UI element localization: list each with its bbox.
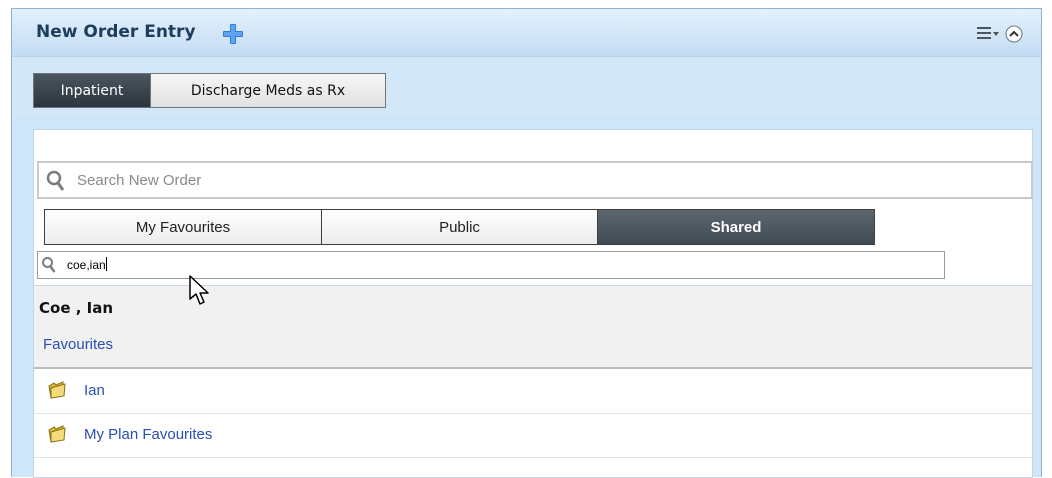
folder-icon — [48, 381, 66, 399]
search-icon — [46, 170, 65, 191]
owner-favourites-link[interactable]: Favourites — [43, 336, 113, 353]
tab-shared[interactable]: Shared — [597, 209, 875, 245]
new-order-entry-panel: New Order Entry Inpatient Discharge Meds… — [11, 8, 1042, 478]
tab-inpatient[interactable]: Inpatient — [33, 73, 151, 108]
list-item[interactable]: Ian — [34, 370, 1032, 414]
order-type-tabs: Inpatient Discharge Meds as Rx — [12, 57, 1041, 117]
panel-title: New Order Entry — [36, 22, 196, 42]
tab-my-favourites[interactable]: My Favourites — [44, 209, 322, 245]
mouse-cursor-icon — [189, 275, 209, 305]
menu-icon[interactable] — [977, 25, 1001, 41]
list-item[interactable]: My Plan Favourites — [34, 414, 1032, 458]
collapse-icon[interactable] — [1005, 25, 1023, 43]
text-caret — [105, 257, 107, 271]
search-new-order-input[interactable]: Search New Order — [37, 161, 1033, 199]
owner-name: Coe , Ian — [39, 299, 114, 317]
folder-icon — [48, 425, 66, 443]
folder-label: Ian — [84, 382, 105, 399]
panel-header: New Order Entry — [12, 9, 1041, 57]
search-icon — [42, 257, 56, 273]
add-icon[interactable] — [222, 23, 244, 45]
order-content: Search New Order My Favourites Public Sh… — [33, 129, 1033, 478]
tab-public[interactable]: Public — [321, 209, 598, 245]
user-search-input[interactable]: coe,ian — [37, 251, 945, 279]
tab-discharge-meds[interactable]: Discharge Meds as Rx — [150, 73, 386, 108]
search-placeholder: Search New Order — [77, 172, 202, 189]
user-search-value: coe,ian — [67, 258, 106, 272]
folder-label: My Plan Favourites — [84, 426, 213, 443]
favourites-tabs: My Favourites Public Shared — [44, 209, 875, 245]
shared-owner-group: Coe , Ian Favourites — [34, 285, 1032, 369]
